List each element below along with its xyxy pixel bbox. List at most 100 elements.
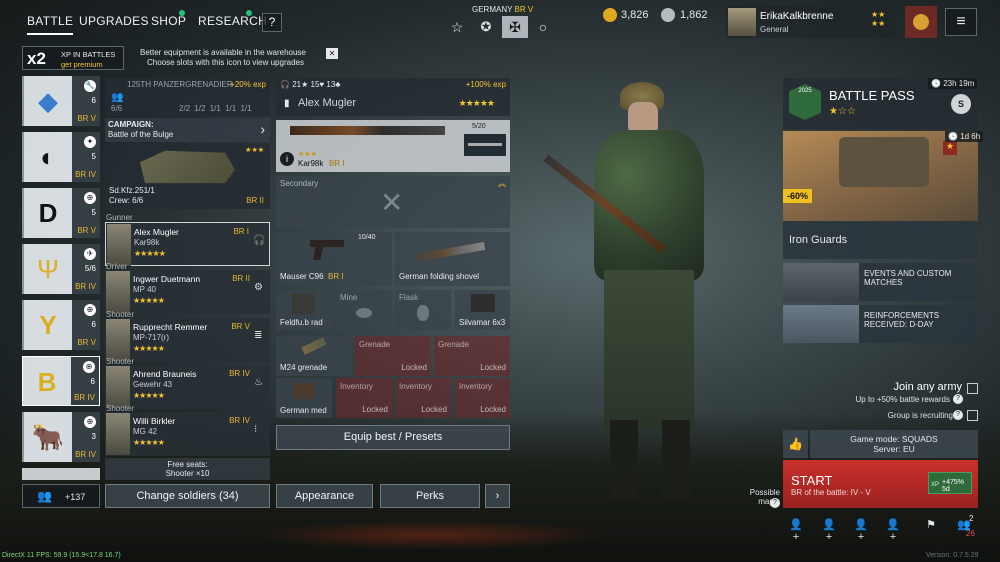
- mine-slot[interactable]: Mine: [336, 290, 392, 330]
- army-japan-icon[interactable]: ○: [531, 16, 555, 38]
- tab-research[interactable]: RESEARCH: [198, 14, 267, 28]
- help-icon[interactable]: ?: [953, 394, 963, 404]
- primary-ammo: 5/20: [472, 123, 486, 130]
- join-any-army-checkbox[interactable]: [967, 383, 978, 394]
- close-hint-button[interactable]: ✕: [326, 48, 338, 59]
- soldier-portrait: [106, 366, 130, 408]
- thumbs-up-icon[interactable]: 👍: [783, 430, 808, 458]
- squad-card[interactable]: Ψ ✈ 5/6 BR IV: [22, 244, 100, 294]
- squad-count: 5/6: [84, 264, 96, 273]
- squad-card[interactable]: D ⊕ 5 BR V: [22, 188, 100, 238]
- sidearm-ammo: 10/40: [358, 234, 376, 241]
- locked-inventory-slot[interactable]: Inventory Locked: [336, 378, 392, 418]
- squad-emblem-icon: Ψ: [37, 253, 59, 284]
- hint-text: Choose slots with this icon to view upgr…: [147, 58, 304, 67]
- nation-br: BR V: [514, 5, 534, 14]
- flag-icon[interactable]: ⚑: [922, 518, 940, 536]
- role-label: Gunner: [106, 213, 133, 222]
- maps-help-icon[interactable]: ?: [770, 498, 780, 508]
- slot-label: Inventory: [399, 382, 432, 391]
- soldier-stars: ★★★★★: [134, 249, 166, 258]
- rank-emblem-icon[interactable]: [905, 6, 937, 38]
- locked-inventory-slot[interactable]: Inventory Locked: [395, 378, 451, 418]
- locked-inventory-slot[interactable]: Inventory Locked: [455, 378, 510, 418]
- event-name-bar[interactable]: Iron Guards: [783, 221, 978, 259]
- squad-count: 5: [91, 208, 96, 217]
- equip-best-button[interactable]: Equip best / Presets: [276, 425, 510, 450]
- chevron-right-icon: ›: [260, 121, 265, 137]
- tab-battle[interactable]: BATTLE: [27, 14, 74, 35]
- shovel-image: [414, 241, 486, 263]
- grenade-slot[interactable]: M24 grenade: [276, 336, 352, 376]
- soldier-row-selected[interactable]: Alex Mugler Kar98k ★★★★★ BR I 🎧: [105, 222, 270, 266]
- soldier-row[interactable]: Ingwer Duetmann MP 40 ★★★★★ BR II ⚙: [105, 270, 270, 314]
- squad-members-button[interactable]: 👥 +137: [22, 484, 100, 508]
- get-premium-link[interactable]: get premium: [61, 60, 103, 69]
- event-banner[interactable]: -60% ★: [783, 131, 978, 221]
- greatcoat: [604, 270, 694, 430]
- soldier-row[interactable]: Rupprecht Remmer MP-717(r) ★★★★★ BR V ≣: [105, 318, 270, 362]
- add-friend-icon[interactable]: 👤+: [820, 518, 838, 543]
- list-icon: ≣: [254, 330, 263, 341]
- tab-shop[interactable]: SHOP: [151, 14, 186, 28]
- locked-grenade-slot[interactable]: Grenade Locked: [355, 336, 431, 376]
- next-page-button[interactable]: ›: [485, 484, 510, 508]
- xp-premium-banner[interactable]: x2 XP IN BATTLES get premium: [22, 46, 124, 70]
- squad-type-icon: ⊕: [84, 416, 96, 428]
- secondary-weapon-slot[interactable]: Secondary ✕ ︽: [276, 176, 510, 228]
- squad-card-partial[interactable]: [22, 468, 100, 480]
- group-recruiting-checkbox[interactable]: [967, 410, 978, 421]
- flask-slot[interactable]: Flask: [395, 290, 451, 330]
- add-friend-icon[interactable]: 👤+: [787, 518, 805, 543]
- xp-tag: XP: [931, 482, 940, 488]
- sidearm-slot[interactable]: 10/40 Mauser C96 BR I: [276, 232, 392, 286]
- squad-br: BR IV: [75, 282, 96, 291]
- xp-boost-badge[interactable]: XP +475% 5d: [928, 472, 972, 494]
- army-germany-icon[interactable]: ✠: [502, 16, 528, 38]
- squad-card[interactable]: ◐ ✦ 5 BR IV: [22, 132, 100, 182]
- locked-grenade-slot[interactable]: Grenade Locked: [434, 336, 510, 376]
- change-soldiers-button[interactable]: Change soldiers (34): [105, 484, 270, 508]
- mine-label: Mine: [340, 293, 358, 302]
- ammo-slot[interactable]: [464, 134, 506, 156]
- equipment-slot[interactable]: Feldfu.b rad: [276, 290, 332, 330]
- tab-upgrades[interactable]: UPGRADES: [79, 14, 149, 28]
- primary-stars: ★★★: [298, 151, 317, 158]
- vehicle-slot[interactable]: ★★★ Sd.Kfz.251/1 Crew: 6/6 BR II: [105, 143, 270, 209]
- radio-image: [292, 294, 314, 314]
- binoculars-slot[interactable]: Silvamar 6x3: [455, 290, 510, 330]
- primary-weapon-slot[interactable]: i ★★★ Kar98k BR I 5/20: [276, 120, 510, 172]
- reinforcements-d-day[interactable]: REINFORCEMENTS RECEIVED: D-DAY: [783, 305, 978, 343]
- player-card[interactable]: ErikaKalkbrenne General ★★ ★★: [726, 6, 896, 38]
- star-medal-icon: ★: [943, 141, 957, 155]
- nation-name: GERMANY: [472, 5, 513, 14]
- appearance-button[interactable]: Appearance: [276, 484, 373, 508]
- binoculars-name: Silvamar 6x3: [459, 318, 506, 327]
- add-friend-icon[interactable]: 👤+: [884, 518, 902, 543]
- squad-card[interactable]: Y ⊕ 6 BR V: [22, 300, 100, 350]
- medkit-slot[interactable]: German med: [276, 378, 332, 418]
- squad-card[interactable]: 🐂 ⊕ 3 BR IV: [22, 412, 100, 462]
- army-star-icon[interactable]: ☆: [445, 16, 469, 38]
- info-icon[interactable]: i: [280, 152, 294, 166]
- add-friend-icon[interactable]: 👤+: [852, 518, 870, 543]
- unit-header: 125TH PANZERGRENADIER +20% exp 👥 6/6 2/2…: [105, 78, 270, 116]
- game-mode-selector[interactable]: Game mode: SQUADS Server: EU: [810, 430, 978, 458]
- soldier-row[interactable]: Willi Birkler MG 42 ★★★★★ BR IV ⁝: [105, 412, 270, 456]
- help-button[interactable]: ?: [262, 13, 282, 32]
- melee-slot[interactable]: German folding shovel: [395, 232, 510, 286]
- menu-button[interactable]: ≡: [945, 8, 977, 36]
- army-allies-icon[interactable]: ✪: [474, 16, 498, 38]
- squad-type-icon: ✈: [84, 248, 96, 260]
- medkit-image: [294, 383, 314, 399]
- mine-icon: [356, 308, 372, 318]
- event-name: Iron Guards: [789, 234, 848, 246]
- help-icon[interactable]: ?: [953, 410, 963, 420]
- upgrade-chevron-icon: ︽: [498, 179, 506, 188]
- perks-button[interactable]: Perks: [380, 484, 480, 508]
- events-custom-matches[interactable]: EVENTS AND CUSTOM MATCHES: [783, 263, 978, 301]
- soldier-row[interactable]: Ahrend Brauneis Gewehr 43 ★★★★★ BR IV ♨: [105, 365, 270, 409]
- squad-card[interactable]: ◆ 🔧 6 BR V: [22, 76, 100, 126]
- squad-card-selected[interactable]: B ⊕ 6 BR IV: [22, 356, 100, 406]
- campaign-selector[interactable]: CAMPAIGN: Battle of the Bulge ›: [105, 118, 270, 142]
